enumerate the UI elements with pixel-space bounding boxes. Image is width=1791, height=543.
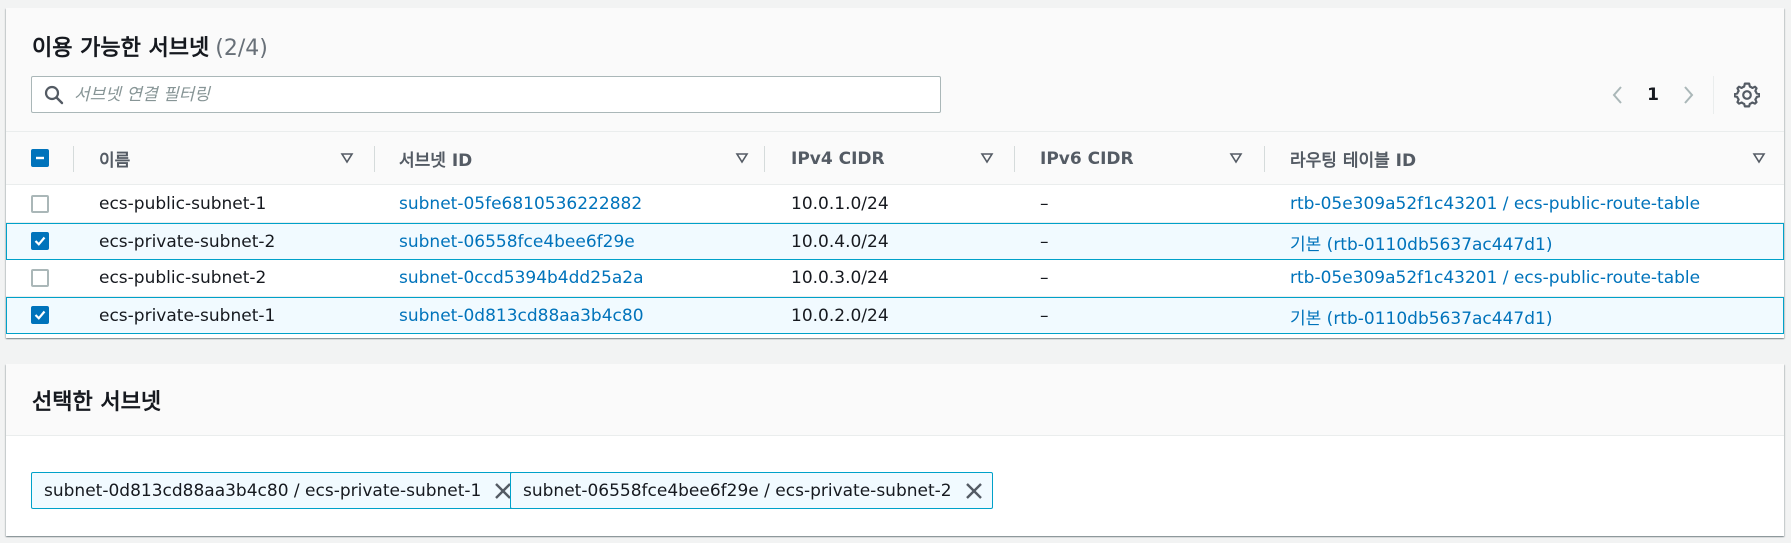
select-all-checkbox[interactable] xyxy=(31,149,49,167)
row-checkbox[interactable] xyxy=(31,232,49,250)
panel-title: 선택한 서브넷 xyxy=(32,390,162,415)
next-page-button[interactable] xyxy=(1673,80,1703,110)
chevron-right-icon xyxy=(1684,86,1694,104)
table-row[interactable]: ecs-public-subnet-2 subnet-0ccd5394b4dd2… xyxy=(6,260,1784,297)
selected-subnet-token: subnet-06558fce4bee6f29e / ecs-private-s… xyxy=(510,472,993,509)
selected-subnets-header: 선택한 서브넷 xyxy=(6,364,1784,436)
cell-ipv6: – xyxy=(1040,306,1049,326)
column-header-label: 라우팅 테이블 ID xyxy=(1290,151,1417,171)
column-header-label: 이름 xyxy=(99,151,131,171)
cell-ipv4: 10.0.4.0/24 xyxy=(791,232,889,252)
column-header-label: IPv6 CIDR xyxy=(1040,148,1134,169)
cell-route-table-link[interactable]: rtb-05e309a52f1c43201 / ecs-public-route… xyxy=(1290,186,1700,222)
sort-down-icon xyxy=(1752,153,1766,164)
cell-ipv4: 10.0.1.0/24 xyxy=(791,194,889,214)
column-header-subnet-id[interactable]: 서브넷 ID xyxy=(399,132,759,185)
cell-route-table-link[interactable]: rtb-05e309a52f1c43201 / ecs-public-route… xyxy=(1290,260,1700,296)
cell-subnet-id-link[interactable]: subnet-0d813cd88aa3b4c80 xyxy=(399,298,644,334)
available-subnets-header: 이용 가능한 서브넷(2/4) 1 xyxy=(6,8,1784,132)
table-header: 이름 서브넷 ID IPv4 CIDR IPv6 CIDR 라우팅 테이블 ID xyxy=(6,132,1784,185)
previous-page-button[interactable] xyxy=(1603,80,1633,110)
column-header-route-table[interactable]: 라우팅 테이블 ID xyxy=(1290,132,1776,185)
table-row[interactable]: ecs-private-subnet-1 subnet-0d813cd88aa3… xyxy=(6,297,1784,334)
selected-subnets-panel: 선택한 서브넷 xyxy=(6,364,1784,536)
pagination: 1 xyxy=(1603,80,1703,110)
cell-ipv6: – xyxy=(1040,268,1049,288)
cell-subnet-id-link[interactable]: subnet-0ccd5394b4dd25a2a xyxy=(399,260,644,296)
cell-ipv4: 10.0.2.0/24 xyxy=(791,306,889,326)
cell-ipv6: – xyxy=(1040,232,1049,252)
cell-subnet-id-link[interactable]: subnet-06558fce4bee6f29e xyxy=(399,224,635,260)
table-row[interactable]: ecs-private-subnet-2 subnet-06558fce4bee… xyxy=(6,223,1784,260)
cell-route-table-link[interactable]: 기본 (rtb-0110db5637ac447d1) xyxy=(1290,224,1552,260)
cell-name: ecs-private-subnet-1 xyxy=(99,306,276,326)
column-header-label: IPv4 CIDR xyxy=(791,148,885,169)
checkmark-icon xyxy=(34,310,46,320)
sort-down-icon xyxy=(735,153,749,164)
cell-name: ecs-private-subnet-2 xyxy=(99,232,276,252)
cell-ipv4: 10.0.3.0/24 xyxy=(791,268,889,288)
column-header-name[interactable]: 이름 xyxy=(99,132,359,185)
selected-subnet-token: subnet-0d813cd88aa3b4c80 / ecs-private-s… xyxy=(31,472,523,509)
available-subnets-panel: 이용 가능한 서브넷(2/4) 1 xyxy=(6,8,1784,338)
row-checkbox[interactable] xyxy=(31,306,49,324)
current-page-number[interactable]: 1 xyxy=(1633,85,1673,105)
subnet-filter[interactable] xyxy=(31,76,941,113)
cell-ipv6: – xyxy=(1040,194,1049,214)
pagination-divider xyxy=(1713,76,1714,114)
token-label: subnet-0d813cd88aa3b4c80 / ecs-private-s… xyxy=(44,480,482,501)
cell-name: ecs-public-subnet-2 xyxy=(99,268,267,288)
sort-down-icon xyxy=(1229,153,1243,164)
column-divider xyxy=(374,146,375,172)
table-row[interactable]: ecs-public-subnet-1 subnet-05fe681053622… xyxy=(6,186,1784,223)
chevron-left-icon xyxy=(1612,86,1622,104)
search-icon xyxy=(44,85,64,104)
row-checkbox[interactable] xyxy=(31,269,49,287)
selection-count: (2/4) xyxy=(215,36,268,61)
sort-down-icon xyxy=(980,153,994,164)
indeterminate-icon xyxy=(36,156,44,160)
sort-down-icon xyxy=(340,153,354,164)
panel-title: 이용 가능한 서브넷 (2/4) xyxy=(32,30,268,62)
column-divider xyxy=(1264,146,1265,172)
column-header-ipv6[interactable]: IPv6 CIDR xyxy=(1040,132,1243,185)
column-header-label: 서브넷 ID xyxy=(399,151,473,171)
panel-title-text: 이용 가능한 서브넷 xyxy=(32,36,210,61)
cell-route-table-link[interactable]: 기본 (rtb-0110db5637ac447d1) xyxy=(1290,298,1552,334)
row-checkbox[interactable] xyxy=(31,195,49,213)
checkmark-icon xyxy=(34,236,46,246)
column-divider xyxy=(764,146,765,172)
cell-name: ecs-public-subnet-1 xyxy=(99,194,267,214)
close-icon[interactable] xyxy=(964,481,984,501)
cell-subnet-id-link[interactable]: subnet-05fe6810536222882 xyxy=(399,186,642,222)
gear-icon[interactable] xyxy=(1734,82,1760,108)
subnet-filter-input[interactable] xyxy=(74,84,924,105)
column-divider xyxy=(73,146,74,172)
column-divider xyxy=(1014,146,1015,172)
column-header-ipv4[interactable]: IPv4 CIDR xyxy=(791,132,994,185)
token-label: subnet-06558fce4bee6f29e / ecs-private-s… xyxy=(523,480,952,501)
